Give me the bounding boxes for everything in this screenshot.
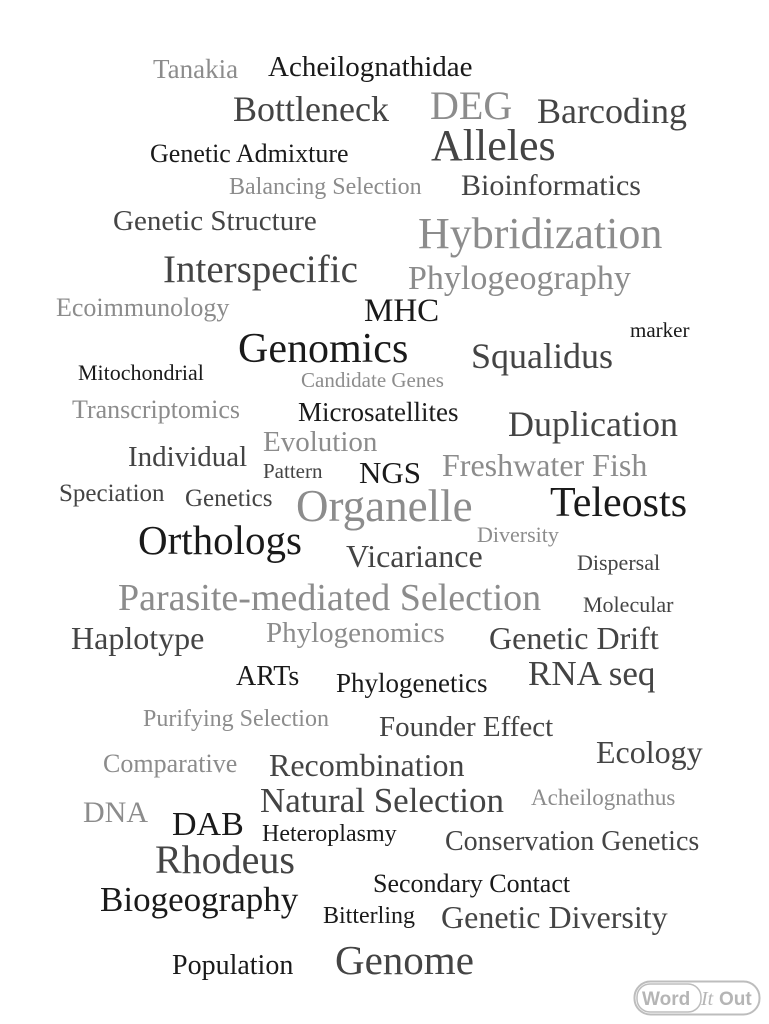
word-teleosts: Teleosts (550, 480, 688, 526)
word-individual: Individual (128, 441, 248, 473)
word-biogeography: Biogeography (100, 880, 299, 919)
word-acheilognathidae: Acheilognathidae (268, 51, 473, 83)
word-candidate-genes: Candidate Genes (301, 368, 444, 392)
word-mitochondrial: Mitochondrial (78, 360, 204, 385)
word-speciation: Speciation (59, 480, 165, 507)
word-organelle: Organelle (296, 481, 473, 531)
word-diversity: Diversity (477, 522, 559, 547)
word-purifying-selection: Purifying Selection (143, 706, 329, 732)
word-hybridization: Hybridization (418, 209, 663, 258)
word-phylogeography: Phylogeography (408, 260, 631, 297)
word-squalidus: Squalidus (471, 336, 614, 376)
word-marker: marker (630, 318, 690, 342)
word-dna: DNA (83, 796, 148, 829)
word-recombination: Recombination (269, 747, 465, 783)
word-arts: ARTs (236, 661, 300, 692)
word-dispersal: Dispersal (577, 550, 661, 575)
word-vicariance: Vicariance (346, 538, 483, 574)
word-genetic-diversity: Genetic Diversity (441, 899, 668, 935)
word-orthologs: Orthologs (138, 517, 302, 563)
word-ecology: Ecology (596, 734, 703, 770)
word-conservation-genetics: Conservation Genetics (445, 826, 700, 857)
word-natural-selection: Natural Selection (260, 781, 504, 820)
word-population: Population (172, 950, 294, 981)
word-alleles: Alleles (431, 121, 556, 170)
word-evolution: Evolution (263, 426, 378, 458)
word-cloud: Tanakia Acheilognathidae Bottleneck DEG Barc… (0, 0, 769, 1024)
word-bottleneck: Bottleneck (233, 89, 389, 129)
word-balancing-selection: Balancing Selection (229, 174, 422, 200)
word-bioinformatics: Bioinformatics (461, 169, 641, 202)
word-phylogenomics: Phylogenomics (266, 617, 445, 649)
word-haplotype: Haplotype (71, 620, 205, 656)
logo-word-text: Word (642, 989, 690, 1010)
word-deg: DEG (430, 83, 513, 128)
word-rhodeus: Rhodeus (155, 837, 295, 882)
word-bitterling: Bitterling (323, 903, 415, 929)
word-secondary-contact: Secondary Contact (373, 869, 571, 898)
wordle-logo: Word It Out (633, 980, 761, 1016)
word-genomics: Genomics (238, 326, 409, 372)
word-mhc: MHC (364, 293, 440, 329)
word-acheilognathus: Acheilognathus (531, 785, 676, 810)
word-microsatellites: Microsatellites (298, 397, 459, 427)
word-comparative: Comparative (103, 749, 238, 778)
word-molecular: Molecular (583, 592, 674, 617)
word-barcoding: Barcoding (537, 91, 687, 131)
logo-out-text: Out (719, 989, 752, 1010)
word-parasite-mediated-selection: Parasite-mediated Selection (118, 577, 542, 619)
word-transcriptomics: Transcriptomics (72, 395, 241, 424)
word-interspecific: Interspecific (163, 248, 358, 291)
word-pattern: Pattern (263, 459, 323, 483)
word-founder-effect: Founder Effect (379, 711, 554, 743)
word-genetics: Genetics (185, 485, 273, 512)
word-genetic-drift: Genetic Drift (489, 620, 659, 656)
word-genome: Genome (335, 937, 474, 983)
logo-it-text: It (700, 988, 714, 1010)
word-rna-seq: RNA seq (528, 654, 656, 693)
word-ecoimmunology: Ecoimmunology (56, 293, 230, 322)
word-freshwater-fish: Freshwater Fish (442, 447, 648, 483)
word-tanakia: Tanakia (153, 54, 239, 84)
word-phylogenetics: Phylogenetics (336, 668, 488, 698)
word-genetic-structure: Genetic Structure (113, 205, 317, 237)
word-genetic-admixture: Genetic Admixture (150, 139, 349, 168)
word-duplication: Duplication (508, 404, 678, 444)
